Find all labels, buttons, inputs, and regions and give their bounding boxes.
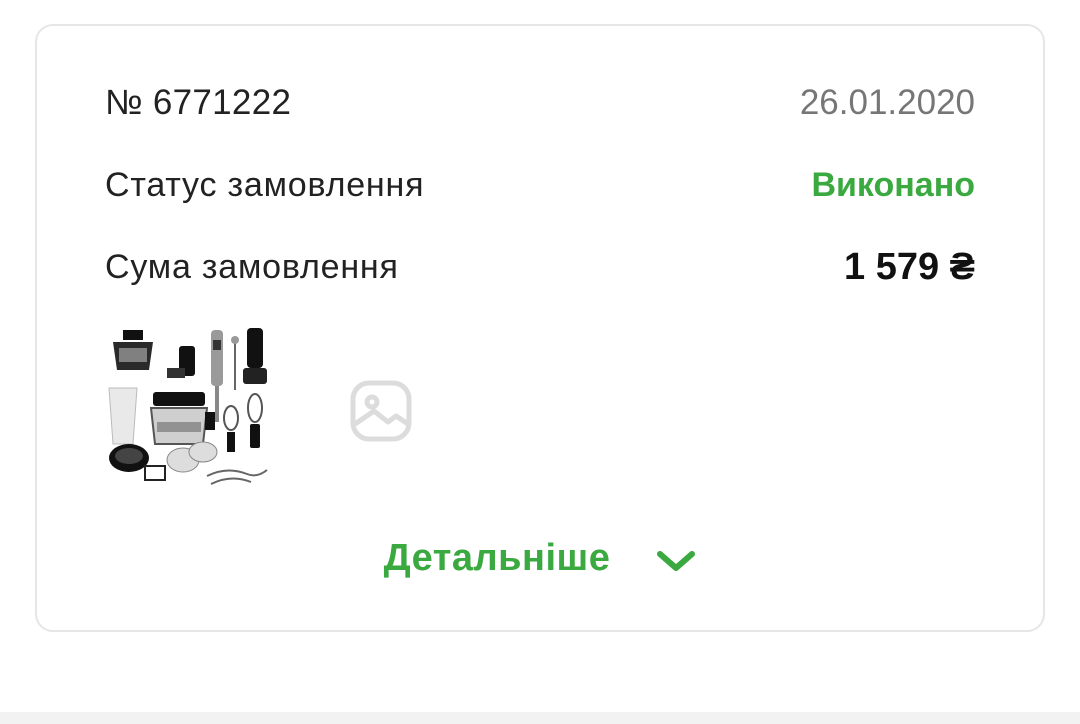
details-toggle[interactable]: Детальніше [37, 526, 1043, 590]
next-card-edge [0, 712, 1080, 724]
order-header-row: № 6771222 26.01.2020 [105, 80, 975, 126]
order-number: № 6771222 [105, 83, 292, 122]
product-thumbnail[interactable] [107, 326, 273, 490]
image-placeholder-icon [350, 380, 412, 442]
chevron-down-icon[interactable] [656, 549, 696, 573]
order-status-row: Статус замовлення Виконано [105, 162, 975, 208]
status-label: Статус замовлення [105, 165, 425, 204]
order-sum-row: Сума замовлення 1 579 ₴ [105, 244, 975, 290]
order-card: № 6771222 26.01.2020 Статус замовлення В… [35, 24, 1045, 632]
status-value: Виконано [811, 165, 975, 204]
sum-label: Сума замовлення [105, 247, 399, 286]
details-label[interactable]: Детальніше [384, 537, 611, 580]
order-date: 26.01.2020 [799, 83, 975, 122]
sum-value: 1 579 ₴ [844, 245, 975, 288]
